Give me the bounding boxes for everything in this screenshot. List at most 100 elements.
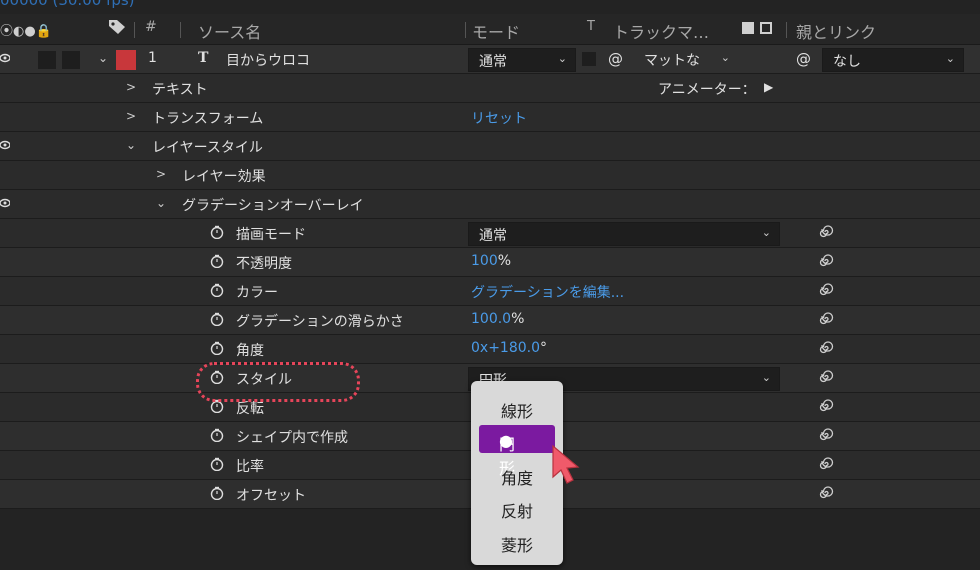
pickwhip-spiral-icon[interactable]	[816, 455, 834, 473]
property-value-number[interactable]: 100.0	[471, 311, 511, 327]
label-tag-icon	[108, 19, 126, 39]
source-name-header[interactable]: ソース名	[198, 19, 261, 43]
stopwatch-icon[interactable]	[210, 486, 224, 500]
property-row-color[interactable]: カラー グラデーションを編集...	[0, 277, 980, 306]
stopwatch-icon[interactable]	[210, 341, 224, 355]
pickwhip-spiral-icon[interactable]	[816, 426, 834, 444]
mouse-cursor-icon	[552, 444, 580, 484]
pickwhip-spiral-icon[interactable]	[816, 281, 834, 299]
property-value[interactable]: 0x+180.0°	[471, 340, 547, 356]
layer-expand-chevron-icon[interactable]: ⌄	[98, 51, 108, 65]
stopwatch-icon[interactable]	[210, 283, 224, 297]
visibility-eye-icon[interactable]	[0, 53, 10, 63]
layer-style-label: レイヤースタイル	[152, 140, 263, 156]
property-value[interactable]: 100.0%	[471, 311, 524, 327]
preserve-transparency-checkbox[interactable]	[582, 52, 596, 66]
property-row-angle[interactable]: 角度 0x+180.0°	[0, 335, 980, 364]
lock-switch[interactable]	[62, 51, 80, 69]
stopwatch-icon[interactable]	[210, 254, 224, 268]
matte-square-icon	[742, 22, 754, 34]
pickwhip-spiral-icon[interactable]	[816, 339, 834, 357]
pickwhip-spiral-icon[interactable]	[816, 368, 834, 386]
expand-chevron-right-icon[interactable]: >	[126, 80, 136, 94]
transform-group-label: トランスフォーム	[152, 111, 264, 127]
layer-effect-label: レイヤー効果	[182, 169, 266, 185]
layer-style-row[interactable]: ⌄ レイヤースタイル	[0, 132, 980, 161]
parent-value: なし	[833, 54, 861, 70]
animator-play-icon[interactable]: ▶	[764, 80, 773, 94]
text-group-label: テキスト	[152, 82, 208, 98]
layer-mode-dropdown[interactable]: 通常 ⌄	[468, 48, 576, 72]
pickwhip-spiral-icon[interactable]	[816, 397, 834, 415]
collapse-chevron-down-icon[interactable]: ⌄	[126, 138, 136, 152]
dropdown-value: 通常	[479, 228, 507, 244]
expand-chevron-right-icon[interactable]: >	[156, 167, 166, 181]
chevron-down-icon: ⌄	[720, 51, 730, 64]
parent-dropdown[interactable]: なし ⌄	[822, 48, 964, 72]
av-switch-icons: ⦿◐●🔒	[0, 24, 52, 39]
layer-number: 1	[148, 50, 157, 66]
layer-effect-row[interactable]: > レイヤー効果	[0, 161, 980, 190]
preserve-transparency-header: T	[587, 19, 595, 34]
label-color-swatch[interactable]	[116, 50, 136, 70]
property-label: 描画モード	[236, 227, 306, 243]
property-value-number[interactable]: 100	[471, 253, 498, 269]
property-label: シェイプ内で作成	[236, 430, 348, 446]
property-row-gradient-smoothness[interactable]: グラデーションの滑らかさ 100.0%	[0, 306, 980, 335]
reset-link[interactable]: リセット	[471, 108, 527, 128]
chevron-down-icon: ⌄	[761, 226, 771, 239]
popup-option-radial-selected[interactable]: ● 円形	[479, 425, 555, 478]
property-value-number[interactable]: グラデーションを編集...	[471, 285, 624, 301]
property-label: 不透明度	[236, 256, 292, 272]
chevron-down-icon: ⌄	[557, 52, 567, 65]
parent-link-header[interactable]: 親とリンク	[796, 19, 876, 43]
pickwhip-spiral-icon[interactable]	[816, 223, 834, 241]
transform-group-row[interactable]: > トランスフォーム リセット	[0, 103, 980, 132]
stopwatch-icon[interactable]	[210, 312, 224, 326]
property-value-unit: %	[497, 253, 512, 269]
property-row-opacity[interactable]: 不透明度 100%	[0, 248, 980, 277]
mode-header[interactable]: モード	[472, 19, 520, 43]
track-matte-value: マットな	[644, 53, 700, 69]
parent-pickwhip-icon[interactable]: @	[796, 50, 811, 68]
text-group-row[interactable]: > テキスト アニメーター： ▶	[0, 74, 980, 103]
visibility-eye-icon[interactable]	[0, 198, 10, 208]
number-column-header: #	[145, 19, 157, 35]
pickwhip-spiral-icon[interactable]	[816, 484, 834, 502]
track-matte-header[interactable]: トラックマ…	[613, 19, 709, 43]
stopwatch-icon[interactable]	[210, 428, 224, 442]
text-layer-icon: T	[198, 50, 209, 66]
property-value[interactable]: 100%	[471, 253, 511, 269]
stopwatch-icon[interactable]	[210, 225, 224, 239]
property-value-unit: °	[540, 340, 548, 356]
pickwhip-spiral-icon[interactable]	[816, 310, 834, 328]
popup-option-linear[interactable]: 線形	[471, 398, 563, 422]
column-header: ⦿◐●🔒 # ソース名 モード T トラックマ… 親とリンク	[0, 14, 980, 45]
collapse-chevron-down-icon[interactable]: ⌄	[156, 196, 166, 210]
property-label: グラデーションの滑らかさ	[236, 314, 404, 330]
animator-label: アニメーター：	[658, 82, 756, 98]
solo-switch[interactable]	[38, 51, 56, 69]
layer-mode-value: 通常	[479, 54, 507, 70]
expand-chevron-right-icon[interactable]: >	[126, 109, 136, 123]
popup-option-diamond[interactable]: 菱形	[471, 532, 563, 556]
property-value-unit: %	[511, 311, 525, 327]
property-value-number[interactable]: 0x+180.0	[471, 340, 540, 356]
property-label: オフセット	[236, 488, 306, 504]
popup-option-reflected[interactable]: 反射	[471, 498, 563, 522]
gradient-overlay-row[interactable]: ⌄ グラデーションオーバーレイ	[0, 190, 980, 219]
style-highlight-outline	[196, 362, 360, 402]
property-row-blend-mode[interactable]: 描画モード 通常 ⌄	[0, 219, 980, 248]
pickwhip-spiral-icon[interactable]	[816, 252, 834, 270]
matte-pickwhip-icon[interactable]: @	[608, 50, 623, 68]
stopwatch-icon[interactable]	[210, 457, 224, 471]
property-value[interactable]: グラデーションを編集...	[471, 282, 624, 302]
chevron-down-icon: ⌄	[945, 52, 955, 65]
blend-mode-dropdown[interactable]: 通常 ⌄	[468, 222, 780, 246]
layer-row[interactable]: ⌄ 1 T 目からウロコ 通常 ⌄ @ マットな ⌄ @ なし ⌄	[0, 45, 980, 74]
visibility-eye-icon[interactable]	[0, 140, 10, 150]
gradient-overlay-label: グラデーションオーバーレイ	[182, 198, 364, 214]
chevron-down-icon: ⌄	[761, 371, 771, 384]
layer-name[interactable]: 目からウロコ	[226, 50, 310, 70]
track-matte-dropdown[interactable]: マットな ⌄	[634, 48, 738, 70]
